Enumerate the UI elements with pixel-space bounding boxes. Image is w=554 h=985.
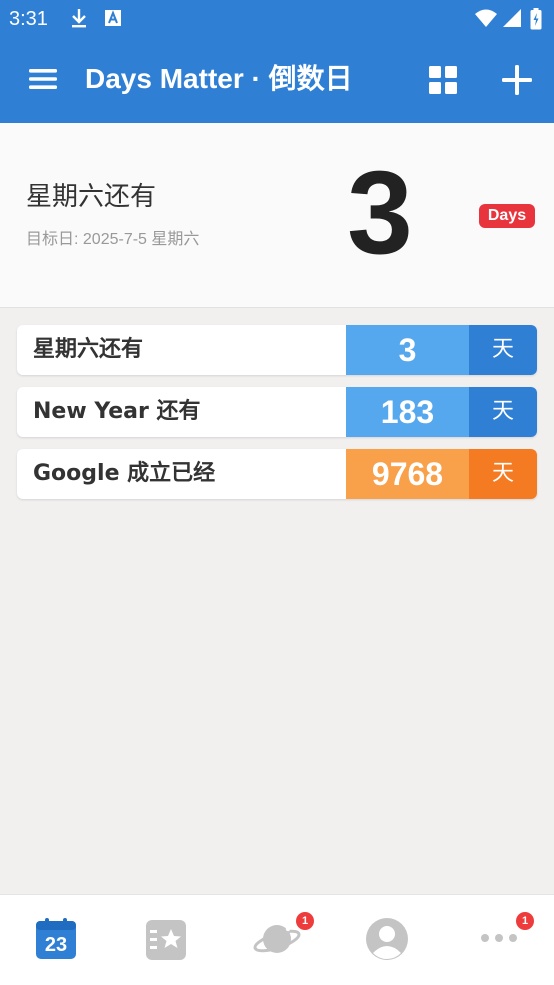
event-days-count: 183 [346, 387, 469, 437]
add-icon[interactable] [501, 64, 533, 100]
nav-item-discover[interactable]: 1 [220, 895, 330, 985]
event-days-count: 9768 [346, 449, 469, 499]
event-label: 星期六还有 [33, 337, 144, 362]
cellular-signal-icon [502, 8, 522, 32]
featured-days-count: 3 [347, 147, 413, 279]
more-dots-icon [481, 934, 517, 942]
bottom-navigation: 23 1 1 [0, 894, 554, 985]
wifi-icon [474, 8, 498, 32]
star-list-icon [146, 920, 186, 960]
event-label: New Year 还有 [33, 399, 201, 424]
nav-item-profile[interactable] [330, 895, 440, 985]
download-icon [70, 8, 88, 32]
featured-title: 星期六还有 [26, 182, 157, 212]
font-a-icon [104, 8, 122, 32]
menu-icon[interactable] [29, 67, 57, 95]
event-days-unit: 天 [469, 325, 537, 375]
status-time: 3:31 [9, 8, 48, 30]
event-row[interactable]: 星期六还有 3 天 [17, 325, 537, 375]
nav-item-favorites[interactable] [110, 895, 220, 985]
event-days-unit: 天 [469, 387, 537, 437]
app-bar: Days Matter · 倒数日 [0, 38, 554, 123]
discover-notification-badge: 1 [296, 912, 314, 930]
status-bar: 3:31 [0, 0, 554, 38]
app-title: Days Matter · 倒数日 [85, 63, 353, 94]
profile-avatar-icon [366, 918, 408, 960]
more-notification-badge: 1 [516, 912, 534, 930]
event-row[interactable]: New Year 还有 183 天 [17, 387, 537, 437]
nav-item-more[interactable]: 1 [440, 895, 550, 985]
event-row[interactable]: Google 成立已经 9768 天 [17, 449, 537, 499]
nav-item-calendar[interactable]: 23 [0, 895, 110, 985]
calendar-day-number: 23 [44, 934, 68, 956]
featured-countdown-card[interactable]: 星期六还有 目标日: 2025-7-5 星期六 3 Days [0, 123, 554, 308]
days-badge: Days [479, 204, 535, 228]
event-days-unit: 天 [469, 449, 537, 499]
featured-target-date: 目标日: 2025-7-5 星期六 [26, 231, 200, 248]
event-label: Google 成立已经 [33, 461, 216, 486]
event-days-count: 3 [346, 325, 469, 375]
battery-icon [530, 8, 542, 34]
planet-icon [253, 925, 301, 953]
grid-view-icon[interactable] [429, 66, 457, 98]
